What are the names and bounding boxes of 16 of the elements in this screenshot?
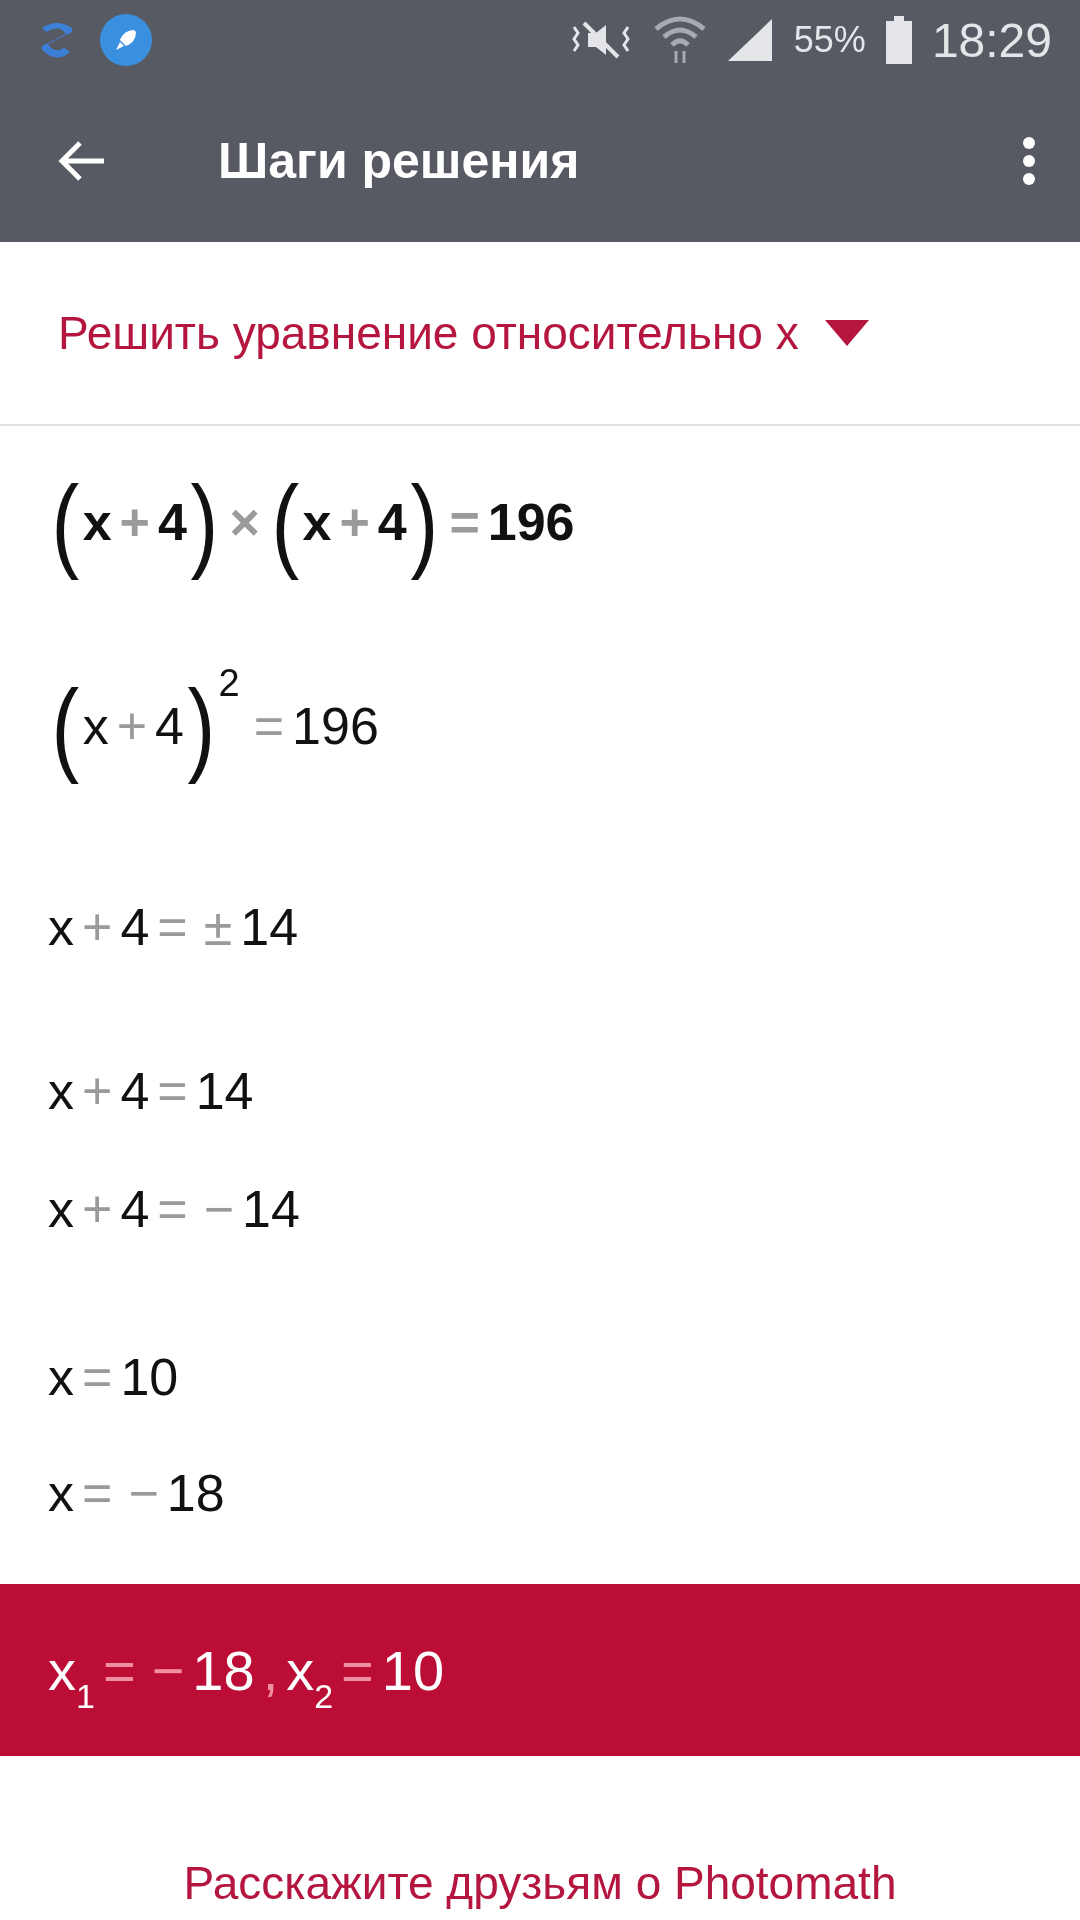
more-options-button[interactable] [1022,136,1036,186]
math-step: x+4=14 [48,1056,254,1126]
method-dropdown[interactable]: Решить уравнение относительно x [0,242,1080,426]
back-button[interactable] [58,141,106,181]
wifi-icon [653,15,706,65]
math-step: x= −18 [48,1458,225,1528]
screen-title: Шаги решения [218,132,581,190]
math-step: x+4= −14 [48,1174,300,1244]
math-step: x+4= ±14 [48,892,299,962]
math-step: x=10 [48,1342,179,1412]
rocket-icon [100,14,152,66]
battery-percent: 55% [793,19,866,61]
share-link[interactable]: Расскажите друзьям о Photomath [183,1860,897,1920]
clock-time: 18:29 [931,12,1052,68]
caret-icon [824,320,869,346]
battery-icon [885,16,912,64]
